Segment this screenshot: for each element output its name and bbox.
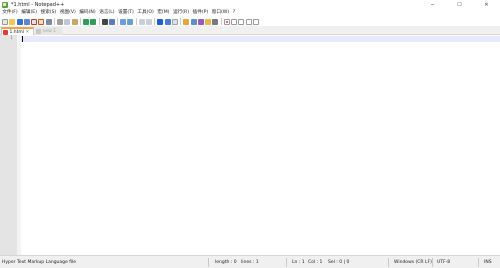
tab-label: new 1: [42, 28, 57, 34]
open-file-icon[interactable]: [9, 18, 16, 25]
menu-tools[interactable]: 工具(O): [136, 9, 155, 17]
close-all-icon[interactable]: [38, 18, 45, 25]
status-ln: Ln : 1: [292, 260, 305, 265]
status-encoding: UTF-8: [437, 260, 451, 265]
current-line-highlight: [21, 36, 500, 42]
save-icon[interactable]: [16, 18, 23, 25]
menu-bar: 文件(F) 编辑(E) 搜索(S) 视图(V) 编码(N) 语言(L) 设置(T…: [0, 9, 500, 17]
toolbar-separator: [220, 18, 222, 25]
menu-language[interactable]: 语言(L): [98, 9, 116, 17]
line-number-gutter: 1: [0, 35, 17, 255]
function-list-icon[interactable]: [197, 18, 204, 25]
toolbar-separator: [79, 18, 81, 25]
redo-icon[interactable]: [90, 18, 97, 25]
toolbar-separator: [135, 18, 137, 25]
print-icon[interactable]: [45, 18, 52, 25]
menu-edit[interactable]: 编辑(E): [20, 9, 38, 17]
sync-horizontal-icon[interactable]: [146, 18, 153, 25]
menu-view[interactable]: 视图(V): [59, 9, 78, 17]
play-multiple-icon[interactable]: [245, 18, 252, 25]
monitoring-icon[interactable]: [212, 18, 219, 25]
menu-settings[interactable]: 设置(T): [117, 9, 135, 17]
window-title: *1.html - Notepad++: [11, 1, 65, 8]
paste-icon[interactable]: [71, 18, 78, 25]
menu-macro[interactable]: 宏(M): [156, 9, 171, 17]
toolbar-separator: [154, 18, 156, 25]
text-caret: [22, 36, 23, 42]
zoom-in-icon[interactable]: [120, 18, 127, 25]
new-file-icon[interactable]: [2, 18, 8, 25]
minimize-button[interactable]: ─: [419, 0, 446, 9]
notepad-plus-plus-icon: [2, 1, 8, 8]
toolbar-separator: [180, 18, 182, 25]
status-separator: [286, 258, 287, 267]
tab-bar: 1.html ✕ new 1: [0, 26, 500, 35]
menu-window[interactable]: 窗口(W): [210, 9, 230, 17]
menu-run[interactable]: 运行(R): [172, 9, 191, 17]
replace-icon[interactable]: [108, 18, 115, 25]
save-macro-icon[interactable]: [252, 18, 259, 25]
cut-icon[interactable]: [57, 18, 64, 25]
editor-area[interactable]: 1: [0, 35, 500, 255]
menu-help[interactable]: ?: [231, 9, 236, 17]
status-file-type: Hyper Text Markup Language file: [2, 260, 77, 265]
status-separator: [388, 258, 389, 267]
undo-icon[interactable]: [82, 18, 89, 25]
menu-file[interactable]: 文件(F): [1, 9, 19, 17]
menu-plugins[interactable]: 插件(P): [191, 9, 209, 17]
title-bar: *1.html - Notepad++ ─ ☐ ✕: [0, 0, 500, 9]
status-separator: [478, 258, 479, 267]
toolbar: [0, 17, 500, 26]
status-insert-mode: INS: [484, 260, 492, 265]
zoom-out-icon[interactable]: [127, 18, 134, 25]
stop-macro-icon[interactable]: [231, 18, 238, 25]
status-sel: Sel : 0 | 0: [328, 260, 350, 265]
doc-map-icon[interactable]: [190, 18, 197, 25]
status-separator: [432, 258, 433, 267]
line-number: 1: [10, 36, 13, 41]
tab-1-html[interactable]: 1.html ✕: [1, 27, 34, 35]
status-separator: [208, 258, 209, 267]
menu-encoding[interactable]: 编码(N): [78, 9, 97, 17]
fold-margin[interactable]: [17, 35, 21, 255]
play-macro-icon[interactable]: [238, 18, 245, 25]
tab-close-icon[interactable]: ✕: [26, 30, 30, 35]
status-col: Col : 1: [308, 260, 323, 265]
status-length: length : 0: [215, 260, 237, 265]
toolbar-separator: [98, 18, 100, 25]
sync-vertical-icon[interactable]: [138, 18, 145, 25]
window-controls: ─ ☐ ✕: [419, 0, 500, 9]
show-all-chars-icon[interactable]: [164, 18, 171, 25]
close-icon[interactable]: [31, 18, 38, 25]
file-icon: [36, 28, 41, 34]
unsaved-file-icon: [3, 29, 8, 35]
toolbar-separator: [54, 18, 56, 25]
save-all-icon[interactable]: [23, 18, 30, 25]
copy-icon[interactable]: [64, 18, 71, 25]
udl-icon[interactable]: [183, 18, 190, 25]
indent-guide-icon[interactable]: [171, 18, 178, 25]
tab-label: 1.html: [9, 29, 25, 35]
status-eol: Windows (CR LF): [394, 260, 432, 265]
status-bar: Hyper Text Markup Language file length :…: [0, 255, 500, 268]
close-button[interactable]: ✕: [473, 0, 500, 9]
find-icon[interactable]: [101, 18, 108, 25]
tab-new-1[interactable]: new 1: [35, 27, 62, 35]
status-lines: lines : 1: [241, 260, 259, 265]
word-wrap-icon[interactable]: [157, 18, 164, 25]
menu-search[interactable]: 搜索(S): [39, 9, 57, 17]
folder-workspace-icon[interactable]: [205, 18, 212, 25]
maximize-button[interactable]: ☐: [446, 0, 473, 9]
toolbar-separator: [117, 18, 119, 25]
